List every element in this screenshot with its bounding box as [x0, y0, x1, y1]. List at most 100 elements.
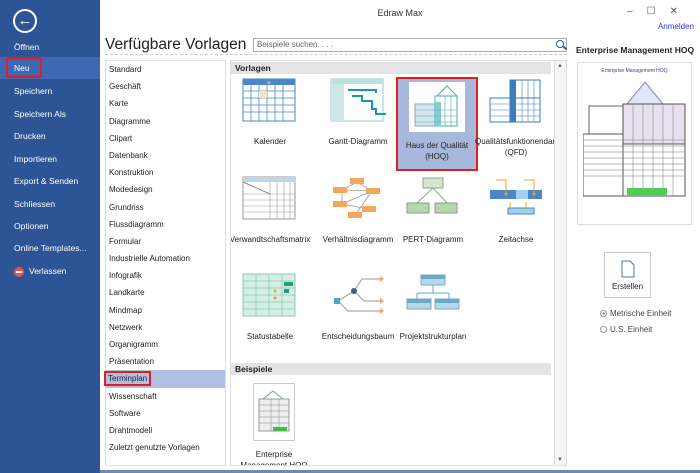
hoq-icon [409, 82, 465, 132]
category-list: Standard Geschäft Karte Diagramme Clipart Dat… [103, 60, 226, 466]
template-panel: Vorlagen M Kalender Gantt-Diagramm Haus der… [230, 60, 567, 466]
new-document-icon [621, 260, 634, 278]
template-timeline[interactable]: Zeitachse [475, 176, 557, 245]
scrollbar[interactable]: ▲ ▼ [554, 61, 566, 465]
status-table-icon [242, 273, 296, 317]
category-label: Infografik [109, 271, 142, 281]
category-item[interactable]: Präsentation [106, 353, 225, 370]
scroll-up-icon[interactable]: ▲ [557, 63, 563, 69]
example-enterprise-hoq[interactable]: Enterprise Management HOQ [233, 383, 315, 466]
template-decision-tree[interactable]: Entscheidungsbaum [317, 273, 399, 342]
sidebar-item-save-as[interactable]: Speichern Als [0, 103, 100, 125]
category-label: Formular [109, 236, 142, 246]
template-calendar[interactable]: M Kalender [231, 78, 311, 147]
template-pert[interactable]: PERT-Diagramm [392, 176, 474, 245]
hoq-example-thumbnail-icon [253, 383, 295, 441]
category-label: Clipart [109, 133, 133, 143]
sidebar-item-options[interactable]: Optionen [0, 215, 100, 237]
category-item[interactable]: Modedesign [106, 181, 225, 198]
category-item[interactable]: Terminplan [103, 370, 225, 388]
sidebar-item-online-templates[interactable]: Online Templates... [0, 237, 100, 259]
search-input[interactable]: Beispiele suchen. . . . [253, 38, 567, 52]
section-header-templates: Vorlagen [231, 62, 551, 74]
preview-panel: Enterprise Management HOQ Enterprise Man… [570, 40, 700, 473]
category-item[interactable]: Organigramm [106, 336, 225, 353]
category-label: Mindmap [109, 305, 142, 315]
relation-icon [333, 178, 380, 218]
category-label: Datenbank [109, 150, 148, 160]
category-item[interactable]: Industrielle Automation [106, 250, 225, 267]
category-label: Modedesign [109, 185, 153, 195]
sidebar-item-export[interactable]: Export & Senden [0, 170, 100, 192]
category-label: Karte [109, 99, 129, 109]
category-item[interactable]: Netzwerk [106, 319, 225, 336]
category-item[interactable]: Landkarte [106, 284, 225, 301]
category-item[interactable]: Flussdiagramm [106, 216, 225, 233]
window-title: Edraw Max [377, 8, 423, 18]
exit-label: Verlassen [29, 266, 67, 276]
template-label: PERT-Diagramm [402, 235, 464, 244]
category-item[interactable]: Grundriss [106, 199, 225, 216]
category-item[interactable]: Zuletzt genutzte Vorlagen [106, 439, 225, 456]
us-unit-radio[interactable]: U.S. Einheit [600, 325, 652, 334]
maximize-button[interactable]: ☐ [647, 6, 670, 17]
minimize-button[interactable]: – [627, 6, 647, 17]
template-label: Gantt-Diagramm [328, 137, 388, 146]
category-label: Landkarte [109, 288, 145, 298]
template-qfd[interactable]: Qualitätsfunktionendarstellung (QFD) [475, 78, 566, 158]
template-wbs[interactable]: Projektstrukturplan [392, 273, 474, 342]
sidebar-item-exit[interactable]: Verlassen [0, 260, 100, 282]
category-item[interactable]: Karte [106, 95, 225, 112]
category-item[interactable]: Standard [106, 61, 225, 78]
template-hoq[interactable]: Haus der Qualität (HOQ) [396, 77, 478, 171]
category-item[interactable]: Datenbank [106, 147, 225, 164]
category-item[interactable]: Mindmap [106, 302, 225, 319]
back-arrow-icon[interactable]: ← [13, 9, 37, 33]
category-item[interactable]: Geschäft [106, 78, 225, 95]
scroll-down-icon[interactable]: ▼ [557, 457, 563, 463]
search-placeholder: Beispiele suchen. . . . [257, 40, 334, 49]
template-label: Zeitachse [498, 235, 534, 244]
template-label: Projektstrukturplan [399, 332, 467, 341]
preview-image: Enterprise Management HOQ [577, 62, 692, 225]
sidebar-item-print[interactable]: Drucken [0, 125, 100, 147]
calendar-icon: M [242, 78, 296, 122]
create-button[interactable]: Erstellen [604, 252, 651, 298]
category-label: Wissenschaft [109, 391, 157, 401]
example-label: Enterprise Management HOQ [240, 450, 308, 466]
highlight-box [6, 57, 42, 78]
category-item[interactable]: Infografik [106, 267, 225, 284]
category-item[interactable]: Konstruktion [106, 164, 225, 181]
category-item[interactable]: Formular [106, 233, 225, 250]
close-button[interactable]: ✕ [670, 6, 692, 17]
template-label: Verhältnisdiagramm [322, 235, 394, 244]
category-item[interactable]: Clipart [106, 130, 225, 147]
category-label: Zuletzt genutzte Vorlagen [109, 443, 200, 453]
category-item[interactable]: Diagramme [106, 113, 225, 130]
decision-tree-icon [334, 276, 384, 314]
template-label: Entscheidungsbaum [321, 332, 395, 341]
gantt-icon [330, 78, 386, 122]
sidebar-item-import[interactable]: Importieren [0, 148, 100, 170]
template-label: Verwandtschaftsmatrix [230, 235, 311, 244]
hoq-preview-icon [582, 81, 686, 197]
category-label: Organigramm [109, 340, 158, 349]
category-label: Standard [109, 65, 142, 74]
search-icon[interactable] [556, 40, 564, 48]
template-status-table[interactable]: Statustabelle [231, 273, 311, 342]
metric-unit-radio[interactable]: Metrische Einheit [600, 309, 671, 318]
sidebar-item-save[interactable]: Speichern [0, 80, 100, 102]
category-item[interactable]: Drahtmodell [106, 422, 225, 439]
template-label: Haus der Qualität (HOQ) [405, 141, 469, 161]
template-relation[interactable]: Verhältnisdiagramm [317, 176, 399, 245]
qfd-icon [489, 79, 541, 123]
template-gantt[interactable]: Gantt-Diagramm [317, 78, 399, 147]
category-item[interactable]: Software [106, 405, 225, 422]
sidebar-item-close[interactable]: Schliessen [0, 193, 100, 215]
sidebar-item-open[interactable]: Öffnen [0, 36, 100, 58]
login-link[interactable]: Anmelden [658, 22, 694, 31]
category-item[interactable]: Wissenschaft [106, 388, 225, 405]
pert-icon [406, 177, 458, 214]
template-matrix[interactable]: Verwandtschaftsmatrix [230, 176, 311, 245]
category-label: Präsentation [109, 357, 154, 367]
